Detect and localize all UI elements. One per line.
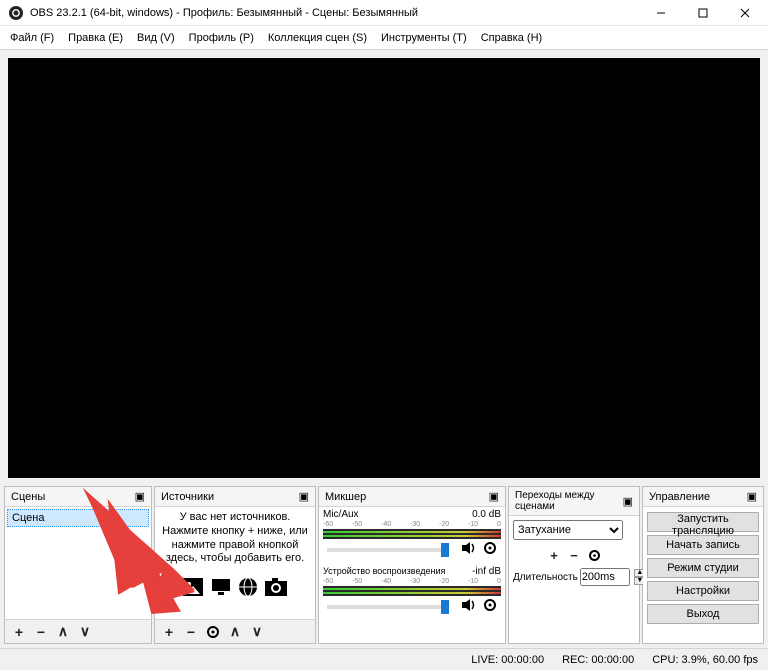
menu-tools[interactable]: Инструменты (T) bbox=[375, 29, 473, 47]
speaker-icon[interactable] bbox=[461, 598, 477, 615]
source-down-button[interactable]: ∨ bbox=[247, 622, 267, 642]
menu-edit[interactable]: Правка (E) bbox=[62, 29, 129, 47]
settings-button[interactable]: Настройки bbox=[647, 581, 759, 601]
dock-controls-title: Управление bbox=[649, 491, 710, 503]
dock-scenes-title: Сцены bbox=[11, 491, 45, 503]
exit-button[interactable]: Выход bbox=[647, 604, 759, 624]
source-type-icons bbox=[155, 576, 315, 602]
menu-profile[interactable]: Профиль (P) bbox=[183, 29, 260, 47]
scene-up-button[interactable]: ∧ bbox=[53, 622, 73, 642]
window-title: OBS 23.2.1 (64-bit, windows) - Профиль: … bbox=[30, 7, 640, 19]
add-transition-button[interactable]: + bbox=[545, 546, 563, 564]
volume-slider[interactable] bbox=[327, 605, 449, 609]
dock-transitions: Переходы между сценами ▣ Затухание + − Д… bbox=[508, 486, 640, 644]
gear-icon[interactable] bbox=[483, 541, 497, 558]
dock-transitions-title: Переходы между сценами bbox=[515, 490, 623, 512]
display-icon bbox=[210, 577, 232, 600]
volume-slider[interactable] bbox=[327, 548, 449, 552]
menubar: Файл (F) Правка (E) Вид (V) Профиль (P) … bbox=[0, 26, 768, 50]
add-scene-button[interactable]: + bbox=[9, 622, 29, 642]
mixer-ch-db: -inf dB bbox=[472, 566, 501, 577]
dock-sources-title: Источники bbox=[161, 491, 214, 503]
menu-file[interactable]: Файл (F) bbox=[4, 29, 60, 47]
mixer-ch-db: 0.0 dB bbox=[472, 509, 501, 520]
add-source-button[interactable]: + bbox=[159, 622, 179, 642]
close-button[interactable] bbox=[724, 0, 766, 26]
titlebar: OBS 23.2.1 (64-bit, windows) - Профиль: … bbox=[0, 0, 768, 26]
transition-settings-button[interactable] bbox=[585, 546, 603, 564]
remove-source-button[interactable]: − bbox=[181, 622, 201, 642]
start-streaming-button[interactable]: Запустить трансляцию bbox=[647, 512, 759, 532]
mixer-ch-name: Mic/Aux bbox=[323, 509, 359, 520]
globe-icon bbox=[238, 577, 258, 600]
popout-icon[interactable]: ▣ bbox=[747, 490, 757, 503]
scene-item[interactable]: Сцена bbox=[7, 509, 149, 527]
dock-scenes: Сцены ▣ Сцена + − ∧ ∨ bbox=[4, 486, 152, 644]
studio-mode-button[interactable]: Режим студии bbox=[647, 558, 759, 578]
dock-mixer: Микшер ▣ Mic/Aux 0.0 dB -60-50-40-30-20-… bbox=[318, 486, 506, 644]
gear-icon[interactable] bbox=[483, 598, 497, 615]
duration-input[interactable] bbox=[580, 568, 630, 586]
menu-view[interactable]: Вид (V) bbox=[131, 29, 181, 47]
maximize-button[interactable] bbox=[682, 0, 724, 26]
transition-select[interactable]: Затухание bbox=[513, 520, 623, 540]
popout-icon[interactable]: ▣ bbox=[623, 495, 633, 508]
speaker-icon[interactable] bbox=[461, 541, 477, 558]
remove-scene-button[interactable]: − bbox=[31, 622, 51, 642]
dock-controls: Управление ▣ Запустить трансляцию Начать… bbox=[642, 486, 764, 644]
preview-canvas[interactable] bbox=[8, 58, 760, 478]
remove-transition-button[interactable]: − bbox=[565, 546, 583, 564]
mixer-ch-name: Устройство воспроизведения bbox=[323, 566, 445, 577]
camera-icon bbox=[264, 577, 288, 600]
source-up-button[interactable]: ∧ bbox=[225, 622, 245, 642]
scene-down-button[interactable]: ∨ bbox=[75, 622, 95, 642]
status-rec: REC: 00:00:00 bbox=[562, 654, 634, 666]
source-settings-button[interactable] bbox=[203, 622, 223, 642]
minimize-button[interactable] bbox=[640, 0, 682, 26]
app-icon bbox=[8, 5, 24, 21]
popout-icon[interactable]: ▣ bbox=[299, 490, 309, 503]
popout-icon[interactable]: ▣ bbox=[489, 490, 499, 503]
duration-label: Длительность bbox=[513, 572, 578, 583]
dock-mixer-title: Микшер bbox=[325, 491, 366, 503]
mixer-channel-mic: Mic/Aux 0.0 dB -60-50-40-30-20-100 bbox=[319, 507, 505, 564]
image-icon bbox=[182, 577, 204, 600]
statusbar: LIVE: 00:00:00 REC: 00:00:00 CPU: 3.9%, … bbox=[0, 648, 768, 670]
start-recording-button[interactable]: Начать запись bbox=[647, 535, 759, 555]
sources-empty-text: У вас нет источников. Нажмите кнопку + н… bbox=[155, 507, 315, 576]
popout-icon[interactable]: ▣ bbox=[135, 490, 145, 503]
menu-help[interactable]: Справка (H) bbox=[475, 29, 548, 47]
dock-sources: Источники ▣ У вас нет источников. Нажмит… bbox=[154, 486, 316, 644]
menu-scene-collection[interactable]: Коллекция сцен (S) bbox=[262, 29, 373, 47]
mixer-channel-desktop: Устройство воспроизведения -inf dB -60-5… bbox=[319, 564, 505, 621]
status-cpu: CPU: 3.9%, 60.00 fps bbox=[652, 654, 758, 666]
status-live: LIVE: 00:00:00 bbox=[471, 654, 544, 666]
